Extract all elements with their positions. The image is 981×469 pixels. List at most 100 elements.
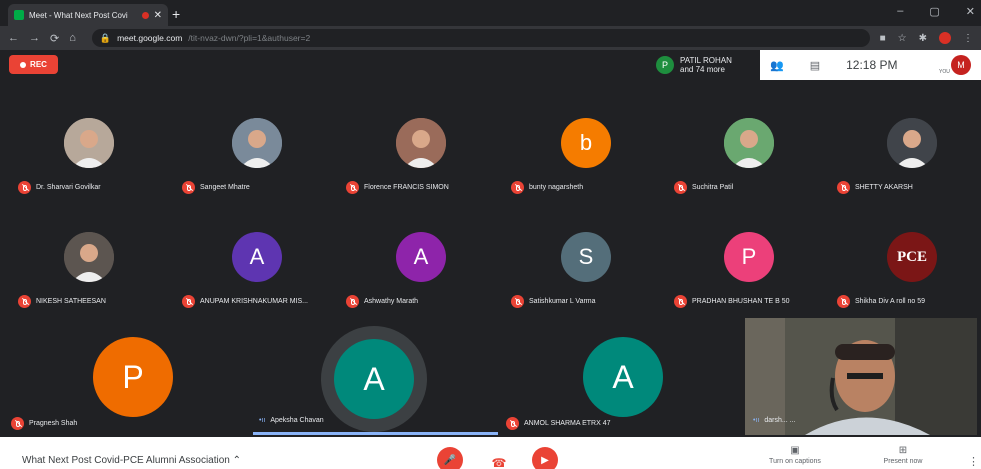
tab-title: Meet - What Next Post Covi — [29, 10, 128, 20]
rec-dot-icon — [20, 61, 27, 68]
participant-tile[interactable]: A ANUPAM KRISHNAKUMAR MIS... — [176, 226, 338, 334]
participant-name: Apeksha Chavan — [270, 417, 324, 424]
participants-more: and 74 more — [680, 65, 725, 74]
participant-avatar: PCE — [887, 232, 937, 282]
muted-mic-icon — [18, 295, 31, 308]
participant-tile[interactable]: b bunty nagarsheth — [505, 112, 667, 220]
url-field[interactable]: 🔒 meet.google.com/tit-nvaz-dwn/?pli=1&au… — [91, 29, 870, 47]
present-button[interactable]: ⊞ Present now — [868, 445, 938, 465]
extensions-icon[interactable]: ✱ — [919, 33, 927, 44]
participant-name: Florence FRANCIS SIMON — [364, 184, 449, 191]
window-controls: – ▢ ✕ — [897, 5, 975, 18]
muted-mic-icon — [346, 295, 359, 308]
participant-label: Satishkumar L Varma — [511, 295, 596, 308]
participant-label: •ıı Apeksha Chavan — [259, 417, 324, 424]
participant-tile[interactable]: Florence FRANCIS SIMON — [340, 112, 502, 220]
participant-name: Satishkumar L Varma — [529, 298, 596, 305]
muted-mic-icon — [511, 181, 524, 194]
camera-toggle-button[interactable]: ▶ — [532, 447, 558, 469]
lock-icon: 🔒 — [99, 32, 112, 43]
participant-name: bunty nagarsheth — [529, 184, 584, 191]
meeting-details[interactable]: What Next Post Covid-PCE Alumni Associat… — [22, 455, 241, 466]
participant-tile[interactable]: SHETTY AKARSH — [831, 112, 981, 220]
profile-photo — [724, 118, 774, 168]
participant-tile[interactable]: Sangeet Mhatre — [176, 112, 338, 220]
meeting-controls-bar: What Next Post Covid-PCE Alumni Associat… — [0, 437, 981, 469]
participant-name: NIKESH SATHEESAN — [36, 298, 106, 305]
mic-off-icon: 🎤 — [443, 454, 457, 466]
participant-avatar-large: A — [583, 337, 663, 417]
participant-avatar — [232, 118, 282, 168]
self-avatar[interactable]: M YOU — [939, 55, 971, 75]
participant-name: Pragnesh Shah — [29, 420, 78, 427]
speaking-indicator-icon: •ıı — [259, 417, 266, 424]
participant-label: •ıı darsh... ... — [753, 417, 795, 424]
participants-summary[interactable]: P PATIL ROHAN and 74 more — [650, 56, 760, 74]
participant-label: ANUPAM KRISHNAKUMAR MIS... — [182, 295, 308, 308]
participant-name: PRADHAN BHUSHAN TE B 50 — [692, 298, 790, 305]
address-bar: ← → ⟳ ⌂ 🔒 meet.google.com/tit-nvaz-dwn/?… — [0, 26, 981, 50]
muted-mic-icon — [837, 295, 850, 308]
muted-mic-icon — [674, 295, 687, 308]
participant-name: SHETTY AKARSH — [855, 184, 913, 191]
participant-label: ANMOL SHARMA ETRX 47 — [506, 417, 611, 430]
browser-tab[interactable]: Meet - What Next Post Covi ✕ — [8, 4, 168, 26]
forward-icon[interactable]: → — [29, 32, 40, 44]
back-icon[interactable]: ← — [8, 32, 19, 44]
muted-mic-icon — [11, 417, 24, 430]
camera-permission-icon[interactable]: ■ — [880, 33, 886, 44]
participant-tile[interactable]: Suchitra Patil — [668, 112, 830, 220]
participant-tile[interactable]: NIKESH SATHEESAN — [12, 226, 174, 334]
close-tab-icon[interactable]: ✕ — [154, 10, 162, 21]
home-icon[interactable]: ⌂ — [69, 32, 76, 44]
profile-photo — [232, 118, 282, 168]
meet-window: Meet - What Next Post Covi ✕ + – ▢ ✕ ← →… — [0, 0, 981, 469]
captions-icon: ▣ — [790, 445, 800, 456]
participant-name: Suchitra Patil — [692, 184, 734, 191]
muted-mic-icon — [346, 181, 359, 194]
participant-tile[interactable]: A Ashwathy Marath — [340, 226, 502, 334]
muted-mic-icon — [674, 181, 687, 194]
recording-dot-icon — [141, 11, 149, 19]
close-window-icon[interactable]: ✕ — [966, 5, 975, 18]
participant-avatar: A — [396, 232, 446, 282]
muted-mic-icon — [18, 181, 31, 194]
mic-toggle-button[interactable]: 🎤 — [437, 447, 463, 469]
browser-tab-bar: Meet - What Next Post Covi ✕ + – ▢ ✕ — [0, 0, 981, 26]
participant-label: SHETTY AKARSH — [837, 181, 913, 194]
browser-menu-icon[interactable]: ⋮ — [963, 33, 973, 44]
recording-badge: REC — [9, 55, 58, 74]
captions-button[interactable]: ▣ Turn on captions — [760, 445, 830, 465]
participant-label: Suchitra Patil — [674, 181, 733, 194]
maximize-icon[interactable]: ▢ — [929, 5, 939, 18]
meet-top-bar: P PATIL ROHAN and 74 more 👥 ▤ 12:18 PM M… — [650, 50, 981, 80]
reload-icon[interactable]: ⟳ — [50, 32, 59, 45]
participant-avatar-large: P — [93, 337, 173, 417]
meet-favicon-icon — [14, 10, 24, 20]
participant-label: Shikha Div A roll no 59 — [837, 295, 925, 308]
participant-tile[interactable]: S Satishkumar L Varma — [505, 226, 667, 334]
chat-icon[interactable]: ▤ — [810, 59, 820, 72]
participant-avatar: S — [561, 232, 611, 282]
hang-up-button[interactable]: ☎ — [488, 456, 510, 469]
participant-tile[interactable]: Dr. Sharvari Govilkar — [12, 112, 174, 220]
participant-avatar: b — [561, 118, 611, 168]
participant-avatar: P — [724, 232, 774, 282]
muted-mic-icon — [182, 295, 195, 308]
bookmark-star-icon[interactable]: ☆ — [898, 33, 907, 44]
people-icon[interactable]: 👥 — [770, 59, 784, 72]
profile-avatar-icon[interactable] — [939, 32, 951, 44]
participant-name: Ashwathy Marath — [364, 298, 419, 305]
participant-label: Sangeet Mhatre — [182, 181, 250, 194]
profile-photo — [64, 118, 114, 168]
minimize-icon[interactable]: – — [897, 5, 903, 18]
participants-text: PATIL ROHAN and 74 more — [680, 56, 732, 74]
participant-avatar — [724, 118, 774, 168]
muted-mic-icon — [506, 417, 519, 430]
rec-label: REC — [30, 60, 47, 69]
participant-label: Ashwathy Marath — [346, 295, 418, 308]
muted-mic-icon — [511, 295, 524, 308]
more-options-icon[interactable]: ⋮ — [968, 455, 979, 468]
participant-label: PRADHAN BHUSHAN TE B 50 — [674, 295, 790, 308]
new-tab-icon[interactable]: + — [172, 6, 180, 22]
